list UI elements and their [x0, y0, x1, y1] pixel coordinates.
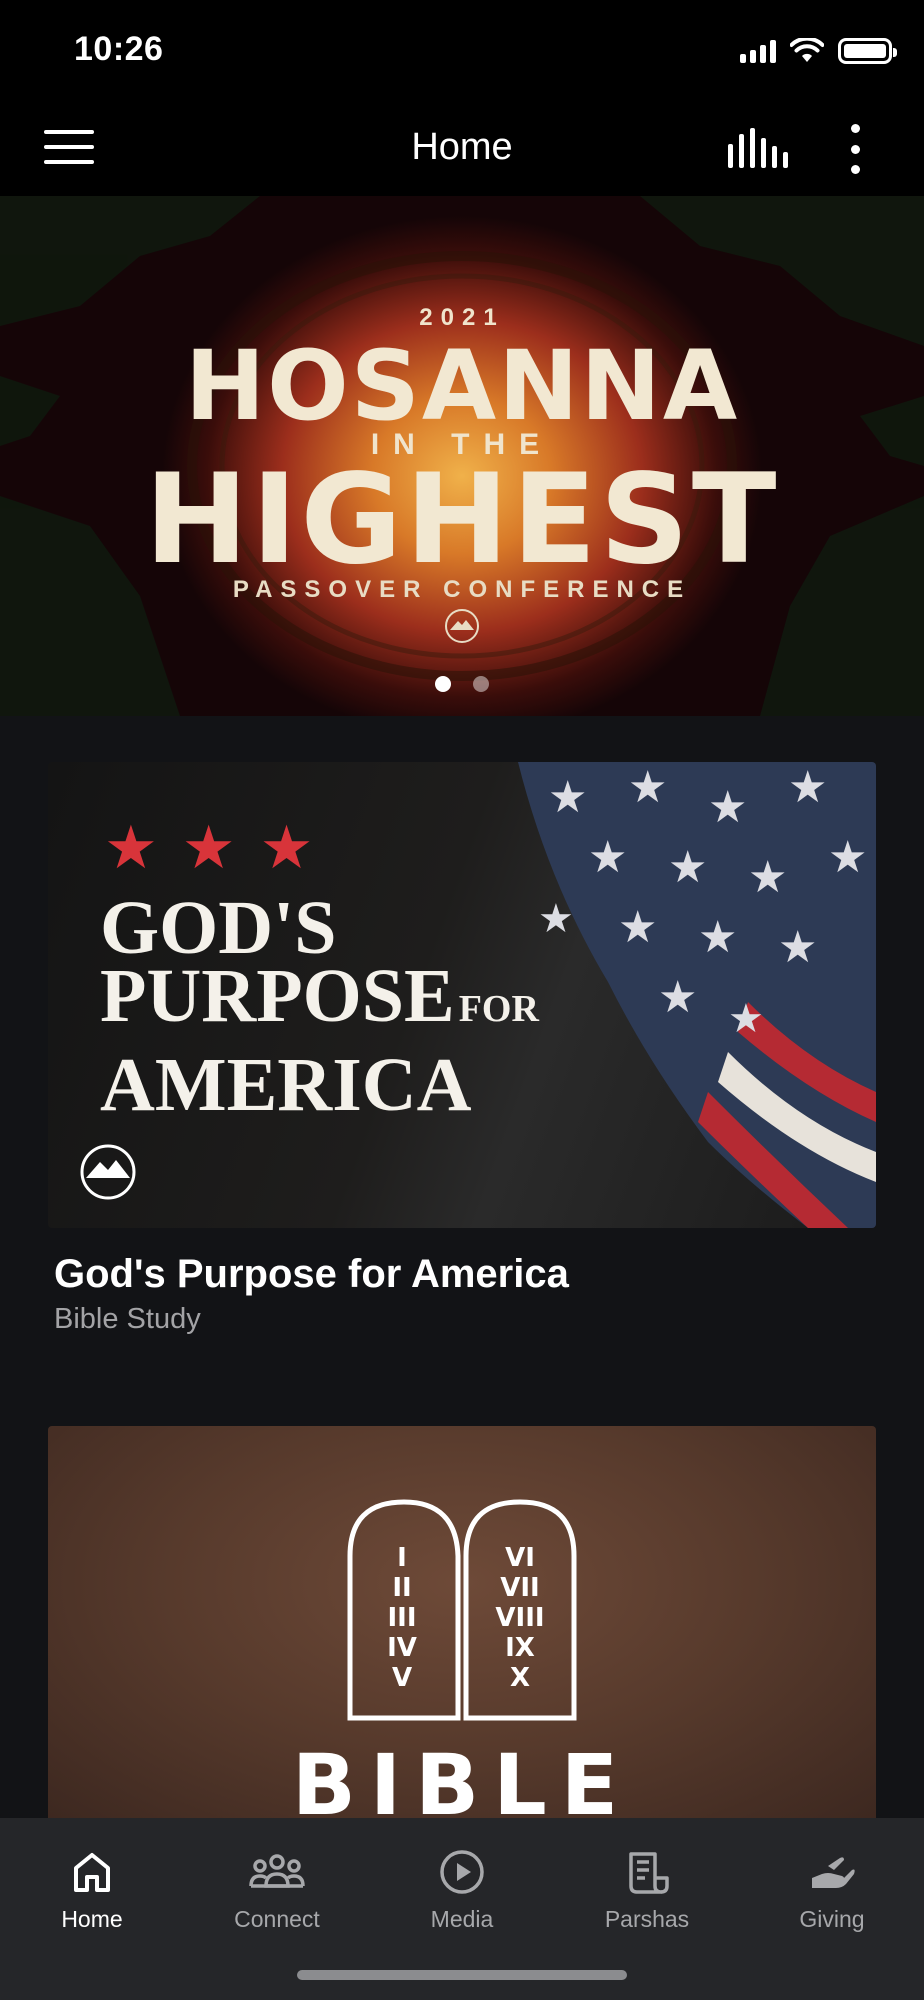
svg-text:★: ★ [628, 763, 667, 812]
svg-text:VII: VII [500, 1573, 539, 1603]
svg-text:III: III [387, 1603, 416, 1633]
svg-text:VI: VI [505, 1543, 535, 1573]
cellular-signal-icon [740, 39, 776, 63]
more-vertical-icon[interactable] [846, 124, 864, 174]
svg-text:★: ★ [548, 773, 587, 822]
status-time: 10:26 [74, 30, 164, 68]
giving-hand-icon [812, 1857, 855, 1888]
card-image-title: GOD'S PURPOSE FOR AMERICA [100, 886, 539, 1127]
nav-item-media[interactable]: Media [370, 1836, 554, 1933]
hero-title-line3: HIGHEST [144, 448, 780, 592]
carousel-dot-2[interactable] [473, 676, 489, 692]
scroll-icon [629, 1852, 669, 1894]
svg-text:★: ★ [538, 897, 574, 941]
card-title: God's Purpose for America [54, 1252, 569, 1296]
church-logo-icon [80, 1144, 136, 1200]
wifi-icon [790, 38, 824, 62]
home-indicator [297, 1970, 627, 1980]
content-card-1[interactable]: ★ ★ ★ ★ ★ ★ ★ ★ ★ ★ ★ ★ ★ ★ ★ ★ ★ GOD'S PURPOSE F… [48, 762, 876, 1336]
svg-text:★: ★ [728, 997, 764, 1041]
status-icons [740, 38, 897, 64]
status-bar: 10:26 [0, 0, 924, 100]
audio-bars-icon[interactable] [728, 128, 788, 168]
svg-text:★: ★ [708, 783, 747, 832]
svg-text:★: ★ [618, 903, 657, 952]
nav-label: Connect [234, 1906, 320, 1932]
church-logo-icon [445, 609, 479, 643]
svg-text:★: ★ [788, 763, 827, 812]
carousel-dot-1[interactable] [435, 676, 451, 692]
carousel-dots [0, 676, 924, 692]
content-card-2[interactable]: I II III IV V VI VII VIII IX X BIBLE [48, 1426, 876, 1818]
svg-text:VIII: VIII [495, 1603, 544, 1633]
card-subtitle: Bible Study [54, 1303, 201, 1335]
nav-label: Parshas [604, 1906, 690, 1932]
battery-icon [838, 38, 897, 64]
svg-text:IV: IV [387, 1633, 417, 1663]
svg-text:II: II [392, 1573, 411, 1603]
svg-text:I: I [397, 1543, 407, 1573]
card-image: I II III IV V VI VII VIII IX X BIBLE [48, 1426, 876, 1818]
svg-text:IX: IX [505, 1633, 535, 1663]
svg-text:★: ★ [748, 853, 787, 902]
svg-text:★: ★ [778, 923, 817, 972]
svg-text:★: ★ [668, 843, 707, 892]
nav-item-connect[interactable]: Connect [185, 1836, 369, 1933]
hero-carousel[interactable]: 2021 HOSANNA IN THE HIGHEST PASSOVER CON… [0, 196, 924, 716]
play-circle-icon [440, 1850, 484, 1894]
app-bar: Home [0, 100, 924, 196]
nav-item-home[interactable]: Home [0, 1836, 184, 1933]
nav-item-giving[interactable]: Giving [740, 1836, 924, 1933]
card-image-title: BIBLE [291, 1736, 633, 1818]
people-group-icon [249, 1854, 305, 1888]
hero-year: 2021 [419, 304, 505, 331]
nav-item-parshas[interactable]: Parshas [555, 1836, 739, 1933]
nav-label: Media [430, 1906, 494, 1932]
svg-text:★: ★ [658, 973, 697, 1022]
ten-commandments-tablets-icon: I II III IV V VI VII VIII IX X [347, 1499, 577, 1721]
nav-label: Home [61, 1906, 123, 1932]
svg-text:★: ★ [698, 913, 737, 962]
svg-text:★: ★ [828, 833, 867, 882]
red-stars: ★ ★ ★ [104, 814, 314, 881]
card-image: ★ ★ ★ ★ ★ ★ ★ ★ ★ ★ ★ ★ ★ ★ ★ ★ ★ GOD'S PURPOSE F… [48, 762, 876, 1228]
svg-text:★: ★ [588, 833, 627, 882]
nav-label: Giving [799, 1906, 865, 1932]
svg-text:V: V [392, 1663, 412, 1693]
hero-subtitle: PASSOVER CONFERENCE [232, 576, 692, 603]
svg-text:X: X [510, 1663, 530, 1693]
home-icon [74, 1853, 110, 1892]
hero-title-line1: HOSANNA [184, 330, 740, 442]
